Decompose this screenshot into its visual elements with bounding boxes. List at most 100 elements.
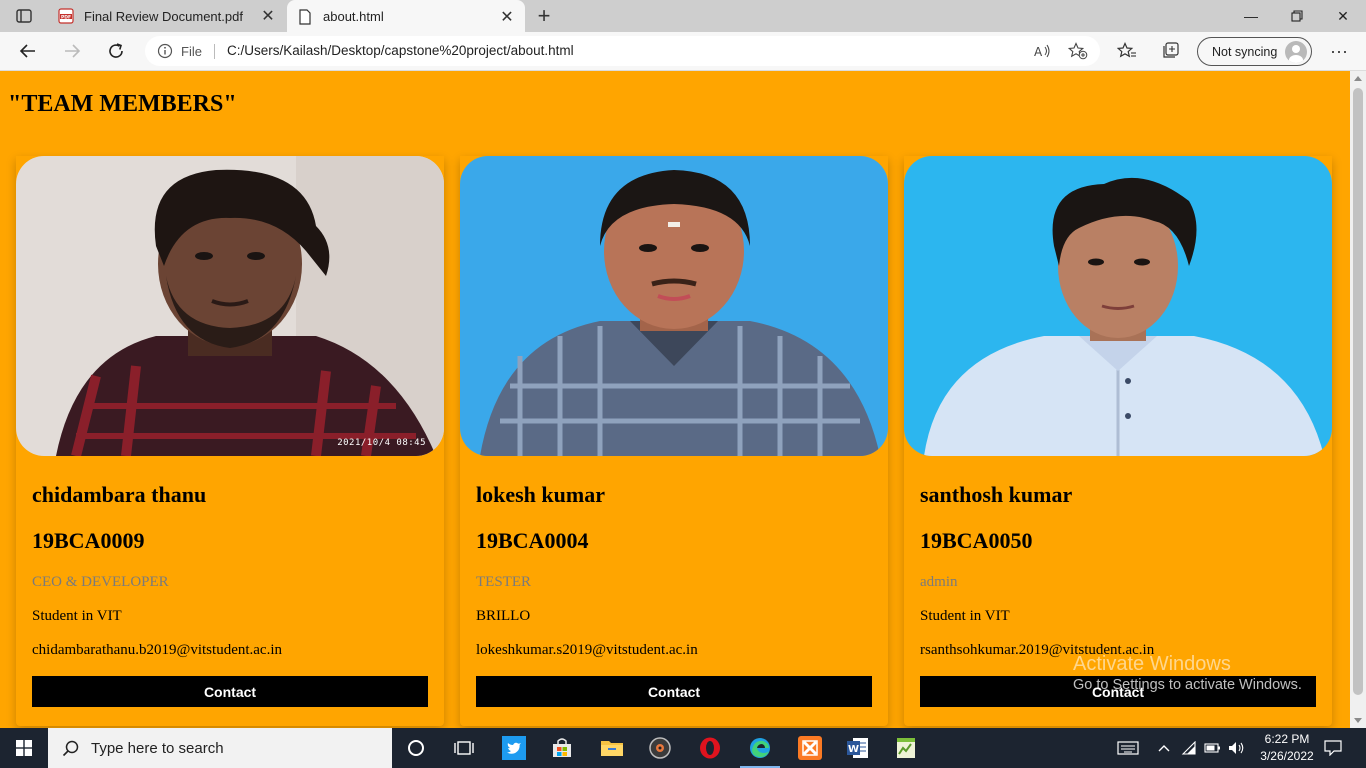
divider <box>214 44 215 59</box>
member-photo <box>460 156 888 456</box>
word-app[interactable]: W <box>834 728 882 768</box>
member-photo: 2021/10/4 08:45 <box>16 156 444 456</box>
profile-label: Not syncing <box>1212 44 1278 59</box>
more-options-button[interactable]: ··· <box>1326 38 1352 64</box>
plus-icon: + <box>537 3 551 28</box>
tab-bar: PDF Final Review Document.pdf ✕ about.ht… <box>0 0 1366 33</box>
scheme-label: File <box>181 43 202 59</box>
tab-actions-button[interactable] <box>10 5 38 27</box>
member-email: lokeshkumar.s2019@vitstudent.ac.in <box>476 642 698 658</box>
battery-tray-button[interactable] <box>1202 728 1224 768</box>
media-player-icon <box>649 737 671 759</box>
clock-date: 3/26/2022 <box>1260 749 1314 763</box>
member-org: BRILLO <box>476 608 531 624</box>
speaker-icon <box>1229 742 1244 754</box>
address-bar[interactable]: File C:/Users/Kailash/Desktop/capstone%2… <box>145 36 1100 66</box>
tab-close-icon[interactable]: ✕ <box>254 2 282 30</box>
refresh-icon <box>109 43 123 58</box>
task-view-button[interactable] <box>440 728 488 768</box>
cortana-icon <box>408 740 424 756</box>
notepad-plus-icon <box>897 738 915 758</box>
store-app[interactable] <box>538 728 586 768</box>
svg-text:W: W <box>848 744 859 755</box>
member-role: admin <box>920 574 958 590</box>
editor-app[interactable] <box>882 728 930 768</box>
network-tray-button[interactable] <box>1178 728 1200 768</box>
add-favorite-icon[interactable] <box>1066 41 1090 61</box>
edge-app[interactable] <box>736 728 784 768</box>
twitter-icon <box>502 736 526 760</box>
favorites-icon <box>1117 42 1136 58</box>
xampp-icon <box>798 736 822 760</box>
close-window-button[interactable]: ✕ <box>1320 0 1366 32</box>
member-reg-no: 19BCA0009 <box>32 528 145 553</box>
scroll-down-icon[interactable] <box>1354 718 1362 723</box>
new-tab-button[interactable]: + <box>530 3 558 29</box>
member-reg-no: 19BCA0050 <box>920 528 1033 553</box>
clock-time: 6:22 PM <box>1264 732 1310 746</box>
member-card: 2021/10/4 08:45 chidambara thanu 19BCA00… <box>16 156 444 726</box>
scroll-up-icon[interactable] <box>1354 76 1362 81</box>
refresh-button[interactable] <box>100 36 132 66</box>
avatar-icon <box>1285 40 1307 63</box>
site-info-button[interactable]: File <box>157 43 202 59</box>
back-arrow-icon <box>19 44 35 58</box>
notifications-button[interactable] <box>1318 728 1348 768</box>
page-scrollbar[interactable] <box>1350 71 1366 728</box>
taskbar-clock[interactable]: 6:22 PM 3/26/2022 <box>1252 731 1322 765</box>
wifi-icon <box>1181 741 1196 755</box>
member-role: TESTER <box>476 574 531 590</box>
cortana-button[interactable] <box>392 728 440 768</box>
member-card: santhosh kumar 19BCA0050 admin Student i… <box>904 156 1332 726</box>
tab-about-html[interactable]: about.html ✕ <box>287 0 525 33</box>
twitter-app[interactable] <box>490 728 538 768</box>
back-button[interactable] <box>12 36 44 66</box>
favorites-button[interactable] <box>1114 39 1140 63</box>
volume-tray-button[interactable] <box>1226 728 1248 768</box>
scrollbar-thumb[interactable] <box>1353 88 1363 695</box>
close-icon: ✕ <box>1337 7 1349 24</box>
svg-text:PDF: PDF <box>61 14 71 20</box>
show-hidden-icons-button[interactable] <box>1152 728 1176 768</box>
member-org: Student in VIT <box>32 608 122 624</box>
contact-button[interactable]: Contact <box>476 676 872 707</box>
chevron-up-icon <box>1158 745 1170 752</box>
page-title: "TEAM MEMBERS" <box>8 91 237 117</box>
member-photo <box>904 156 1332 456</box>
start-button[interactable] <box>0 728 48 768</box>
member-name: santhosh kumar <box>920 482 1073 507</box>
url-text[interactable]: C:/Users/Kailash/Desktop/capstone%20proj… <box>227 43 574 58</box>
forward-button[interactable] <box>56 36 88 66</box>
tab-title: about.html <box>323 9 384 24</box>
task-view-icon <box>454 741 474 755</box>
member-reg-no: 19BCA0004 <box>476 528 589 553</box>
minimize-button[interactable]: — <box>1228 0 1274 32</box>
activate-windows-title: Activate Windows <box>1073 653 1231 675</box>
profile-button[interactable]: Not syncing <box>1197 37 1312 66</box>
pdf-icon: PDF <box>58 8 74 24</box>
word-icon: W <box>847 738 868 758</box>
restore-icon <box>1291 10 1303 22</box>
xampp-app[interactable] <box>786 728 834 768</box>
media-app[interactable] <box>636 728 684 768</box>
info-icon <box>157 43 173 59</box>
store-icon <box>553 738 571 757</box>
minimize-icon: — <box>1244 8 1258 24</box>
collections-button[interactable] <box>1158 39 1184 63</box>
edge-icon <box>750 738 770 758</box>
collections-icon <box>1163 42 1179 58</box>
restore-button[interactable] <box>1274 0 1320 32</box>
keyboard-icon <box>1117 741 1139 755</box>
more-icon: ··· <box>1330 40 1348 61</box>
read-aloud-icon[interactable]: A <box>1031 41 1055 61</box>
opera-app[interactable] <box>686 728 734 768</box>
tab-final-review-pdf[interactable]: PDF Final Review Document.pdf ✕ <box>48 0 286 32</box>
battery-icon <box>1204 743 1220 753</box>
opera-icon <box>700 737 720 759</box>
file-explorer-app[interactable] <box>588 728 636 768</box>
keyboard-tray-button[interactable] <box>1112 728 1144 768</box>
page-content: "TEAM MEMBERS" 2021/10/4 08:45 chidambar… <box>0 71 1350 728</box>
taskbar-search[interactable]: Type here to search <box>48 728 392 768</box>
contact-button[interactable]: Contact <box>32 676 428 707</box>
tab-close-icon[interactable]: ✕ <box>493 3 521 31</box>
